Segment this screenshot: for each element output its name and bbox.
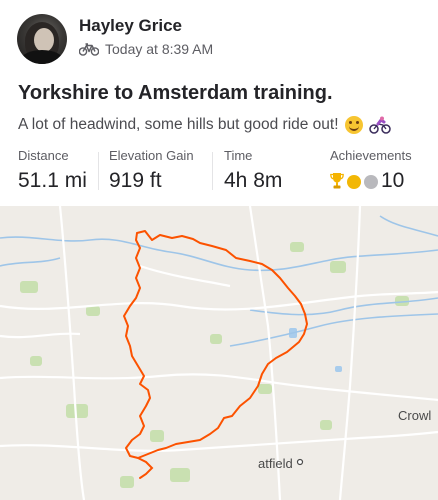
stat-label: Distance (18, 148, 69, 163)
stat-value: 10 (330, 169, 412, 193)
route-map[interactable]: Crowl atfield (0, 206, 438, 500)
stat-value: 51.1 mi (18, 169, 87, 192)
silver-medal-icon (364, 175, 378, 189)
activity-timestamp: Today at 8:39 AM (105, 41, 214, 57)
stat-time: Time 4h 8m (224, 148, 282, 194)
stat-value: 919 ft (109, 169, 162, 192)
achievements-count: 10 (381, 169, 405, 192)
person-mountain-biking-icon (368, 116, 391, 134)
activity-description: A lot of headwind, some hills but good r… (18, 116, 391, 134)
activity-header: Hayley Grice Today at 8:39 AM (17, 12, 421, 64)
stat-label: Achievements (330, 148, 412, 163)
activity-stats: Distance 51.1 mi Elevation Gain 919 ft T… (18, 148, 422, 194)
athlete-name[interactable]: Hayley Grice (79, 16, 182, 36)
map-label-town-right: Crowl (398, 408, 432, 423)
activity-meta: Today at 8:39 AM (79, 41, 213, 57)
stat-label: Time (224, 148, 253, 163)
activity-route (123, 230, 308, 459)
activity-route-tail (137, 457, 154, 479)
stat-value: 4h 8m (224, 169, 283, 192)
description-text: A lot of headwind, some hills but good r… (18, 116, 339, 133)
activity-title[interactable]: Yorkshire to Amsterdam training. (18, 82, 333, 105)
town-marker-icon (296, 458, 304, 466)
trophy-icon (330, 173, 344, 189)
gold-medal-icon (347, 175, 361, 189)
avatar[interactable] (17, 14, 67, 64)
stat-label: Elevation Gain (109, 148, 194, 163)
stat-divider (212, 152, 213, 190)
map-canvas (0, 206, 438, 500)
stat-achievements[interactable]: Achievements 10 (330, 148, 412, 194)
water-areas (289, 328, 342, 372)
roads (0, 206, 438, 500)
map-label-town-bottom: atfield (258, 456, 293, 471)
bicycle-icon (79, 43, 99, 56)
smiling-face-icon (344, 116, 363, 134)
stat-distance: Distance 51.1 mi (18, 148, 87, 194)
stat-divider (98, 152, 99, 190)
stat-elevation-gain: Elevation Gain 919 ft (109, 148, 194, 194)
